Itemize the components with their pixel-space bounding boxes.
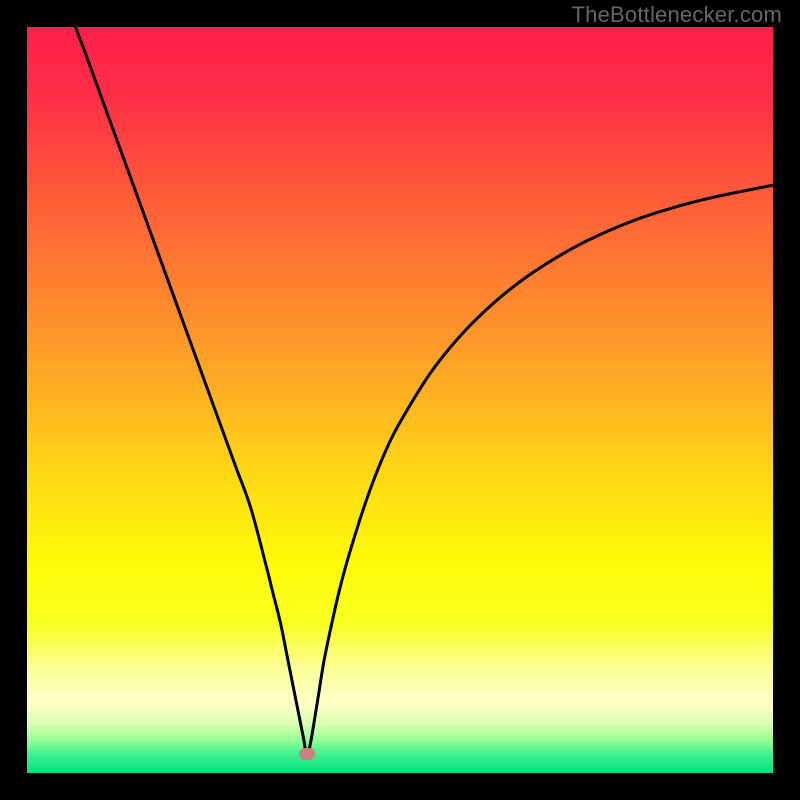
- attribution-text: TheBottlenecker.com: [572, 2, 782, 28]
- bottleneck-curve: [75, 27, 773, 755]
- optimum-marker: [299, 748, 315, 760]
- curve-layer: [27, 27, 773, 773]
- chart-plot-area: [27, 27, 773, 773]
